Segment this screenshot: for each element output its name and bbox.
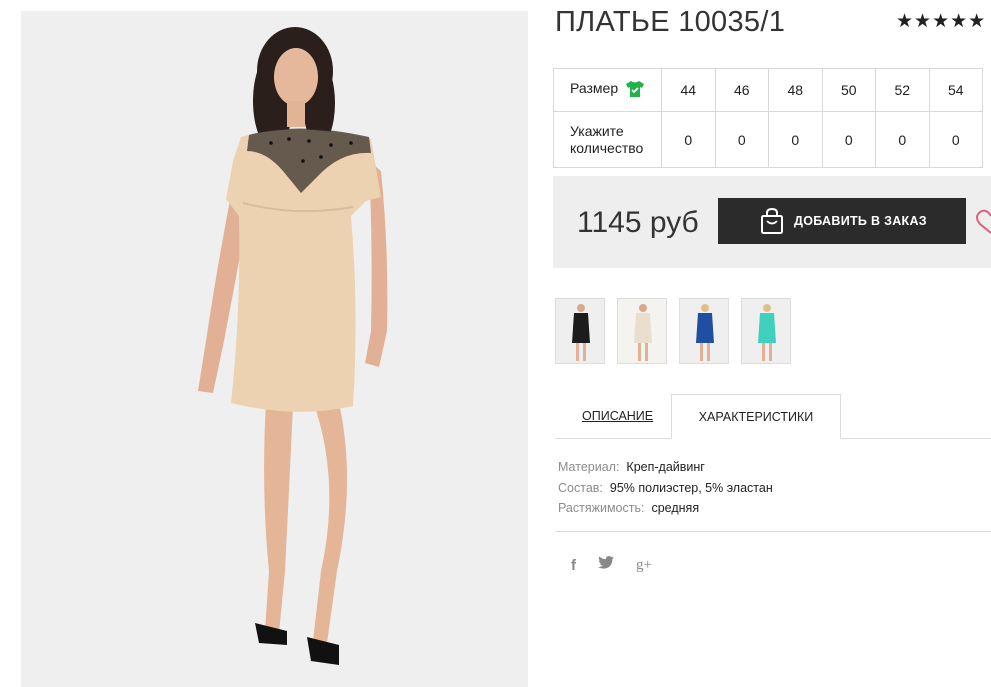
price-box: 1145 руб ДОБАВИТЬ В ЗАКАЗ (553, 176, 991, 268)
spec-key: Материал: (558, 460, 620, 474)
thumbnail-beige-dress[interactable] (617, 298, 667, 364)
tshirt-check-icon[interactable] (626, 80, 645, 101)
thumbnail-image (680, 299, 728, 363)
google-plus-icon[interactable]: g+ (636, 557, 652, 574)
color-thumbnails (555, 298, 791, 364)
spec-value: Креп-дайвинг (626, 460, 705, 474)
product-price: 1145 руб (577, 206, 699, 239)
spec-row-composition: Состав: 95% полиэстер, 5% эластан (558, 478, 773, 499)
size-cell: 52 (875, 68, 930, 112)
spec-key: Растяжимость: (558, 501, 645, 515)
quantity-input[interactable]: 0 (928, 111, 983, 168)
quantity-input[interactable]: 0 (821, 111, 876, 168)
size-cell: 54 (928, 68, 983, 112)
quantity-input[interactable]: 0 (714, 111, 769, 168)
size-row-label: Размер (553, 68, 662, 112)
quantity-input[interactable]: 0 (661, 111, 716, 168)
add-to-order-label: ДОБАВИТЬ В ЗАКАЗ (794, 214, 927, 228)
dress-shape (696, 313, 714, 343)
tab-description[interactable]: ОПИСАНИЕ (582, 409, 653, 423)
spec-value: 95% полиэстер, 5% эластан (609, 480, 773, 495)
product-main-image[interactable] (21, 11, 528, 687)
specs-divider (555, 531, 991, 532)
model-illustration (198, 27, 388, 665)
facebook-icon[interactable]: f (571, 557, 576, 574)
thumbnail-blue-dress[interactable] (679, 298, 729, 364)
size-quantity-table: Размер 44 46 48 50 52 54 Укажите количес… (553, 68, 983, 168)
size-cell: 44 (661, 68, 716, 112)
tab-characteristics[interactable]: ХАРАКТЕРИСТИКИ (671, 394, 841, 439)
spec-key: Состав: (558, 480, 603, 495)
shopping-bag-icon (760, 208, 784, 234)
size-cell: 48 (768, 68, 823, 112)
social-share: f g+ (571, 556, 652, 574)
specs-list: Материал: Креп-дайвинг Состав: 95% полиэст… (558, 457, 773, 519)
spec-row-stretch: Растяжимость: средняя (558, 498, 773, 519)
dress-shape (758, 313, 776, 343)
spec-row-material: Материал: Креп-дайвинг (558, 457, 773, 478)
thumbnail-image (618, 299, 666, 363)
size-cell: 50 (821, 68, 876, 112)
thumbnail-image (742, 299, 790, 363)
heart-icon[interactable] (976, 208, 991, 239)
dress-shape (572, 313, 590, 343)
size-cell: 46 (714, 68, 769, 112)
thumbnail-image (556, 299, 604, 363)
add-to-order-button[interactable]: ДОБАВИТЬ В ЗАКАЗ (718, 198, 966, 244)
thumbnail-turquoise-dress[interactable] (741, 298, 791, 364)
dress-shape (634, 313, 652, 343)
quantity-input[interactable]: 0 (875, 111, 930, 168)
product-title: ПЛАТЬЕ 10035/1 (555, 6, 786, 38)
spec-value: средняя (651, 501, 700, 515)
twitter-icon[interactable] (598, 556, 614, 574)
thumbnail-black-dress[interactable] (555, 298, 605, 364)
quantity-row-label: Укажите количество (553, 111, 662, 168)
rating-stars[interactable]: ★★★★★ (896, 10, 986, 33)
quantity-input[interactable]: 0 (768, 111, 823, 168)
